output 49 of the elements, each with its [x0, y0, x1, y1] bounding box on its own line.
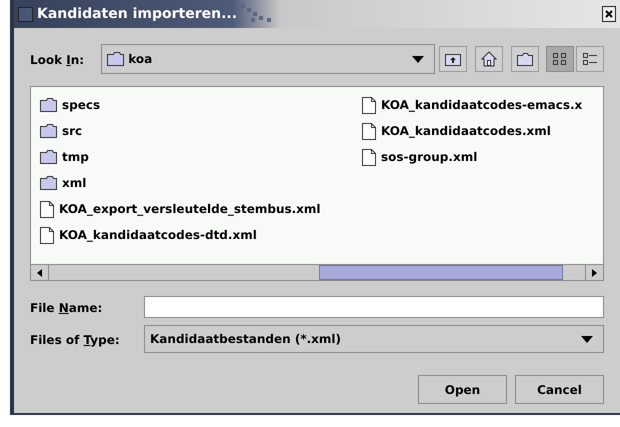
look-in-value: koa [128, 51, 154, 68]
right-arrow-icon [592, 268, 597, 276]
scrollbar-thumb[interactable] [319, 265, 563, 280]
folder-icon [107, 52, 124, 66]
file-name-label: File Name: [30, 301, 102, 315]
file-item[interactable]: KOA_kandidaatcodes-emacs.x [362, 94, 603, 116]
folder-icon [40, 150, 57, 164]
close-icon [605, 10, 613, 18]
home-icon [481, 51, 497, 67]
file-item[interactable]: sos-group.xml [362, 146, 603, 168]
document-icon [362, 148, 376, 166]
horizontal-scrollbar[interactable] [31, 264, 603, 280]
window-title: Kandidaten importeren... [37, 4, 238, 24]
document-icon [40, 226, 54, 244]
folder-item[interactable]: tmp [40, 146, 362, 168]
toolbar-button[interactable] [439, 46, 467, 72]
folder-icon [40, 176, 57, 190]
dropdown-caret-icon [412, 56, 424, 62]
document-icon [40, 200, 54, 218]
file-item[interactable]: KOA_kandidaatcodes-dtd.xml [40, 224, 362, 246]
document-icon [362, 122, 376, 140]
folder-icon [40, 124, 57, 138]
window-icon [18, 6, 33, 22]
file-type-value: Kandidaatbestanden (*.xml) [150, 331, 342, 348]
file-name-field[interactable] [144, 296, 604, 318]
toolbar-button[interactable] [511, 46, 539, 72]
folder-icon [40, 98, 57, 112]
close-button[interactable] [602, 6, 616, 22]
look-in-label: Look In: [30, 53, 84, 67]
file-type-dropdown[interactable]: Kandidaatbestanden (*.xml) [144, 325, 604, 353]
details-view-icon [582, 51, 598, 67]
left-arrow-icon [37, 268, 42, 276]
file-item[interactable]: KOA_kandidaatcodes.xml [362, 120, 603, 142]
list-view-icon [552, 51, 568, 67]
look-in-dropdown[interactable]: koa [101, 44, 435, 74]
toolbar-button[interactable] [576, 46, 604, 72]
folder-item[interactable]: src [40, 120, 362, 142]
toolbar-button[interactable] [475, 46, 503, 72]
file-item[interactable]: KOA_export_versleutelde_stembus.xml [40, 198, 362, 220]
toolbar-button[interactable] [546, 46, 574, 72]
folder-item[interactable]: xml [40, 172, 362, 194]
files-of-type-label: Files of Type: [30, 333, 120, 347]
folder-icon [517, 51, 533, 67]
dialog-button[interactable]: Open [418, 375, 507, 404]
document-icon [362, 96, 376, 114]
folder-item[interactable]: specs [40, 94, 362, 116]
dropdown-caret-icon [581, 336, 593, 342]
dialog-button[interactable]: Cancel [515, 375, 604, 404]
folder-up-icon [445, 51, 461, 67]
